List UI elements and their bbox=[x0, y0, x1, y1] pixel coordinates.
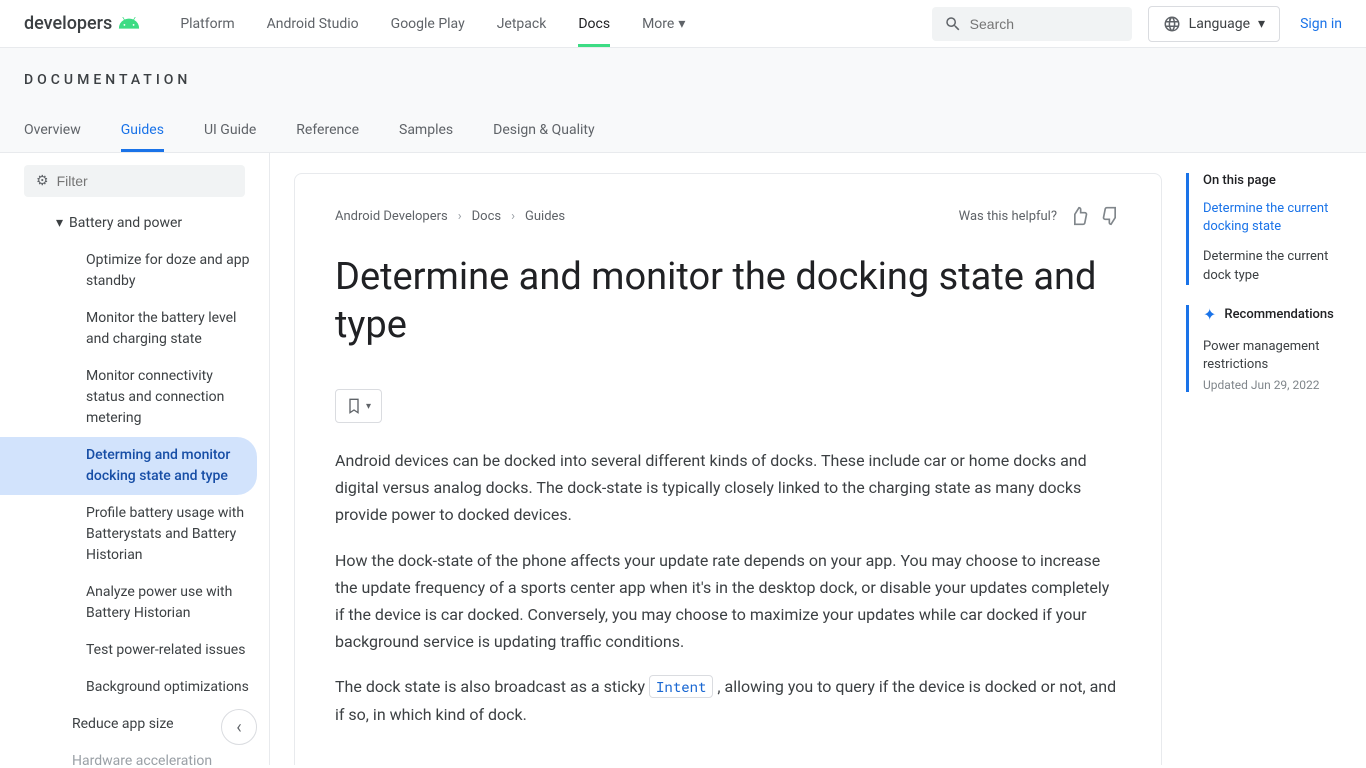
nav-google-play[interactable]: Google Play bbox=[391, 2, 465, 46]
article-card: Android Developers › Docs › Guides Was t… bbox=[294, 173, 1162, 765]
filter-icon: ⚙ bbox=[36, 173, 49, 189]
recommendations-title: ✦ Recommendations bbox=[1203, 305, 1350, 324]
sidebar-item-hw-accel[interactable]: Hardware acceleration bbox=[0, 743, 269, 765]
search-box[interactable] bbox=[932, 7, 1132, 41]
nav-android-studio[interactable]: Android Studio bbox=[267, 2, 359, 46]
chevron-down-icon: ▾ bbox=[56, 213, 63, 234]
tab-guides[interactable]: Guides bbox=[121, 108, 164, 152]
doc-header: DOCUMENTATION Overview Guides UI Guide R… bbox=[0, 48, 1366, 153]
doc-section-title: DOCUMENTATION bbox=[24, 72, 1342, 88]
bookmark-button[interactable]: ▾ bbox=[335, 389, 382, 423]
thumbs-down-icon[interactable] bbox=[1101, 206, 1121, 226]
recommendation-date: Updated Jun 29, 2022 bbox=[1203, 378, 1350, 392]
right-toc: On this page Determine the current docki… bbox=[1186, 153, 1366, 765]
sidebar-section-battery[interactable]: ▾ Battery and power bbox=[0, 205, 269, 242]
search-input[interactable] bbox=[970, 16, 1120, 32]
tab-design-quality[interactable]: Design & Quality bbox=[493, 108, 594, 152]
recommendations-block: ✦ Recommendations Power management restr… bbox=[1186, 305, 1350, 392]
chevron-left-icon: ‹ bbox=[236, 717, 241, 738]
chevron-down-icon: ▾ bbox=[1258, 16, 1265, 32]
bookmark-icon bbox=[346, 398, 362, 414]
article-paragraph: How the dock-state of the phone affects … bbox=[335, 547, 1121, 656]
nav-more[interactable]: More ▾ bbox=[642, 2, 685, 46]
chevron-right-icon: › bbox=[511, 209, 515, 224]
signin-link[interactable]: Sign in bbox=[1300, 16, 1342, 32]
chevron-down-icon: ▾ bbox=[366, 401, 371, 412]
tab-reference[interactable]: Reference bbox=[296, 108, 359, 152]
tab-ui-guide[interactable]: UI Guide bbox=[204, 108, 256, 152]
sidebar-item-battery-level[interactable]: Monitor the battery level and charging s… bbox=[0, 300, 269, 358]
inline-code[interactable]: Intent bbox=[649, 675, 713, 698]
top-nav: Platform Android Studio Google Play Jetp… bbox=[180, 2, 931, 46]
filter-box[interactable]: ⚙ bbox=[24, 165, 245, 197]
toc-title: On this page bbox=[1203, 173, 1350, 188]
nav-platform[interactable]: Platform bbox=[180, 2, 234, 46]
breadcrumb: Android Developers › Docs › Guides bbox=[335, 209, 565, 224]
globe-icon bbox=[1163, 15, 1181, 33]
sidebar-item-connectivity[interactable]: Monitor connectivity status and connecti… bbox=[0, 358, 269, 437]
toc-block: On this page Determine the current docki… bbox=[1186, 173, 1350, 285]
breadcrumb-item[interactable]: Docs bbox=[472, 209, 501, 224]
main-content: Android Developers › Docs › Guides Was t… bbox=[270, 153, 1186, 765]
doc-tabs: Overview Guides UI Guide Reference Sampl… bbox=[24, 108, 1342, 152]
page-title: Determine and monitor the docking state … bbox=[335, 254, 1121, 349]
nav-docs[interactable]: Docs bbox=[578, 2, 610, 46]
chevron-down-icon: ▾ bbox=[678, 16, 685, 32]
tab-overview[interactable]: Overview bbox=[24, 108, 81, 152]
recommendation-item[interactable]: Power management restrictions bbox=[1203, 338, 1350, 374]
sidebar-collapse-button[interactable]: ‹ bbox=[221, 709, 257, 745]
sidebar-item-historian[interactable]: Analyze power use with Battery Historian bbox=[0, 574, 269, 632]
logo[interactable]: developers bbox=[24, 13, 140, 34]
toc-item-dock-type[interactable]: Determine the current dock type bbox=[1203, 248, 1350, 284]
search-icon bbox=[944, 15, 962, 33]
main-layout: ⚙ ▾ Battery and power Optimize for doze … bbox=[0, 153, 1366, 765]
article-paragraph: The dock state is also broadcast as a st… bbox=[335, 673, 1121, 727]
thumbs-up-icon[interactable] bbox=[1069, 206, 1089, 226]
language-button[interactable]: Language ▾ bbox=[1148, 6, 1280, 42]
top-header: developers Platform Android Studio Googl… bbox=[0, 0, 1366, 48]
sidebar-item-docking[interactable]: Determing and monitor docking state and … bbox=[0, 437, 257, 495]
helpful-widget: Was this helpful? bbox=[959, 206, 1121, 226]
tab-samples[interactable]: Samples bbox=[399, 108, 453, 152]
logo-text: developers bbox=[24, 13, 112, 34]
sidebar-item-batterystats[interactable]: Profile battery usage with Batterystats … bbox=[0, 495, 269, 574]
sidebar-item-test-power[interactable]: Test power-related issues bbox=[0, 632, 269, 669]
article-paragraph: Android devices can be docked into sever… bbox=[335, 447, 1121, 529]
helpful-label: Was this helpful? bbox=[959, 209, 1057, 224]
breadcrumb-item[interactable]: Guides bbox=[525, 209, 565, 224]
filter-input[interactable] bbox=[57, 173, 233, 189]
nav-jetpack[interactable]: Jetpack bbox=[497, 2, 547, 46]
breadcrumb-item[interactable]: Android Developers bbox=[335, 209, 448, 224]
sparkle-icon: ✦ bbox=[1203, 305, 1216, 324]
sidebar: ⚙ ▾ Battery and power Optimize for doze … bbox=[0, 153, 270, 765]
chevron-right-icon: › bbox=[458, 209, 462, 224]
android-icon bbox=[118, 17, 140, 31]
sidebar-item-background-opt[interactable]: Background optimizations bbox=[0, 669, 269, 706]
toc-item-docking-state[interactable]: Determine the current docking state bbox=[1203, 200, 1350, 236]
sidebar-item-doze[interactable]: Optimize for doze and app standby bbox=[0, 242, 269, 300]
